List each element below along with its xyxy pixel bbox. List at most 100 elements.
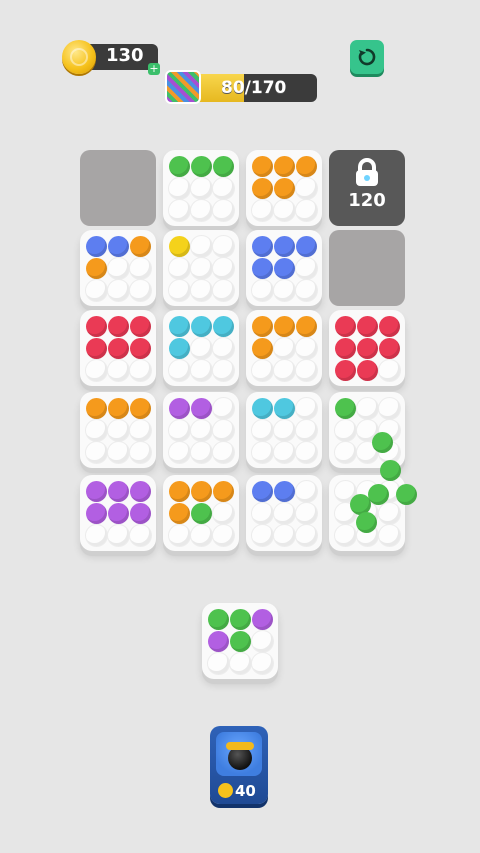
powerup-cost-value: 40 bbox=[235, 782, 256, 800]
red-ball bbox=[335, 316, 356, 337]
white-ball bbox=[169, 360, 190, 381]
orange-ball bbox=[169, 503, 190, 524]
white-ball bbox=[296, 338, 317, 359]
green-ball bbox=[208, 609, 229, 630]
white-ball bbox=[252, 631, 273, 652]
white-ball bbox=[230, 653, 251, 674]
orange-ball bbox=[252, 338, 273, 359]
white-ball bbox=[274, 338, 295, 359]
board-tile-r5c2[interactable] bbox=[163, 475, 239, 551]
red-ball bbox=[357, 338, 378, 359]
orange-ball bbox=[296, 156, 317, 177]
white-ball bbox=[296, 280, 317, 301]
blue-ball bbox=[252, 236, 273, 257]
white-ball bbox=[191, 280, 212, 301]
green-ball bbox=[335, 398, 356, 419]
white-ball bbox=[130, 420, 151, 441]
board-tile-r3c1[interactable] bbox=[80, 310, 156, 386]
white-ball bbox=[274, 442, 295, 463]
green-ball bbox=[230, 631, 251, 652]
white-ball bbox=[296, 398, 317, 419]
white-ball bbox=[108, 442, 129, 463]
board-tile-r1c2[interactable] bbox=[163, 150, 239, 226]
white-ball bbox=[130, 360, 151, 381]
purple-ball bbox=[108, 503, 129, 524]
red-ball bbox=[86, 338, 107, 359]
plus-icon[interactable]: + bbox=[148, 63, 160, 75]
white-ball bbox=[108, 360, 129, 381]
board-tile-r4c4[interactable] bbox=[329, 392, 405, 468]
purple-ball bbox=[130, 503, 151, 524]
board-tile-r1c3[interactable] bbox=[246, 150, 322, 226]
orange-ball bbox=[86, 398, 107, 419]
board-tile-r5c1[interactable] bbox=[80, 475, 156, 551]
white-ball bbox=[274, 360, 295, 381]
locked-slot[interactable]: 120 bbox=[329, 150, 405, 226]
white-ball bbox=[86, 280, 107, 301]
board-tile-r4c1[interactable] bbox=[80, 392, 156, 468]
blue-ball bbox=[274, 481, 295, 502]
board-tile-r2c3[interactable] bbox=[246, 230, 322, 306]
red-ball bbox=[357, 316, 378, 337]
orange-ball bbox=[130, 236, 151, 257]
red-ball bbox=[379, 316, 400, 337]
orange-ball bbox=[169, 481, 190, 502]
blue-ball bbox=[108, 236, 129, 257]
board-tile-r3c4[interactable] bbox=[329, 310, 405, 386]
red-ball bbox=[130, 316, 151, 337]
white-ball bbox=[213, 442, 234, 463]
white-ball bbox=[86, 360, 107, 381]
white-ball bbox=[213, 280, 234, 301]
board-tile-r4c2[interactable] bbox=[163, 392, 239, 468]
green-ball bbox=[169, 156, 190, 177]
white-ball bbox=[191, 236, 212, 257]
next-tile[interactable] bbox=[202, 603, 278, 679]
white-ball bbox=[213, 200, 234, 221]
white-ball bbox=[108, 525, 129, 546]
white-ball bbox=[252, 442, 273, 463]
board-tile-r4c3[interactable] bbox=[246, 392, 322, 468]
board-tile-r3c3[interactable] bbox=[246, 310, 322, 386]
white-ball bbox=[252, 360, 273, 381]
orange-ball bbox=[296, 316, 317, 337]
white-ball bbox=[379, 398, 400, 419]
cyan-ball bbox=[274, 398, 295, 419]
white-ball bbox=[252, 200, 273, 221]
white-ball bbox=[296, 360, 317, 381]
white-ball bbox=[169, 258, 190, 279]
white-ball bbox=[252, 420, 273, 441]
white-ball bbox=[213, 236, 234, 257]
purple-ball bbox=[252, 609, 273, 630]
purple-ball bbox=[191, 398, 212, 419]
white-ball bbox=[252, 503, 273, 524]
blue-ball bbox=[274, 258, 295, 279]
red-ball bbox=[335, 338, 356, 359]
orange-ball bbox=[252, 156, 273, 177]
green-ball bbox=[191, 503, 212, 524]
empty-slot[interactable] bbox=[80, 150, 156, 226]
board-tile-r2c1[interactable] bbox=[80, 230, 156, 306]
white-ball bbox=[169, 200, 190, 221]
white-ball bbox=[130, 258, 151, 279]
white-ball bbox=[191, 178, 212, 199]
board-tile-r5c3[interactable] bbox=[246, 475, 322, 551]
purple-ball bbox=[108, 481, 129, 502]
white-ball bbox=[208, 653, 229, 674]
cyan-ball bbox=[252, 398, 273, 419]
white-ball bbox=[191, 420, 212, 441]
moving-green-ball bbox=[368, 484, 389, 505]
empty-slot[interactable] bbox=[329, 230, 405, 306]
board-tile-r3c2[interactable] bbox=[163, 310, 239, 386]
board-tile-r2c2[interactable] bbox=[163, 230, 239, 306]
level-progress: 80/170 bbox=[165, 70, 319, 104]
red-ball bbox=[357, 360, 378, 381]
red-ball bbox=[335, 360, 356, 381]
restart-button[interactable] bbox=[350, 40, 384, 74]
white-ball bbox=[357, 398, 378, 419]
red-ball bbox=[108, 338, 129, 359]
white-ball bbox=[191, 525, 212, 546]
progress-text: 80/170 bbox=[221, 78, 287, 98]
white-ball bbox=[213, 503, 234, 524]
white-ball bbox=[86, 442, 107, 463]
bomb-powerup-button[interactable]: 40 bbox=[210, 726, 268, 804]
